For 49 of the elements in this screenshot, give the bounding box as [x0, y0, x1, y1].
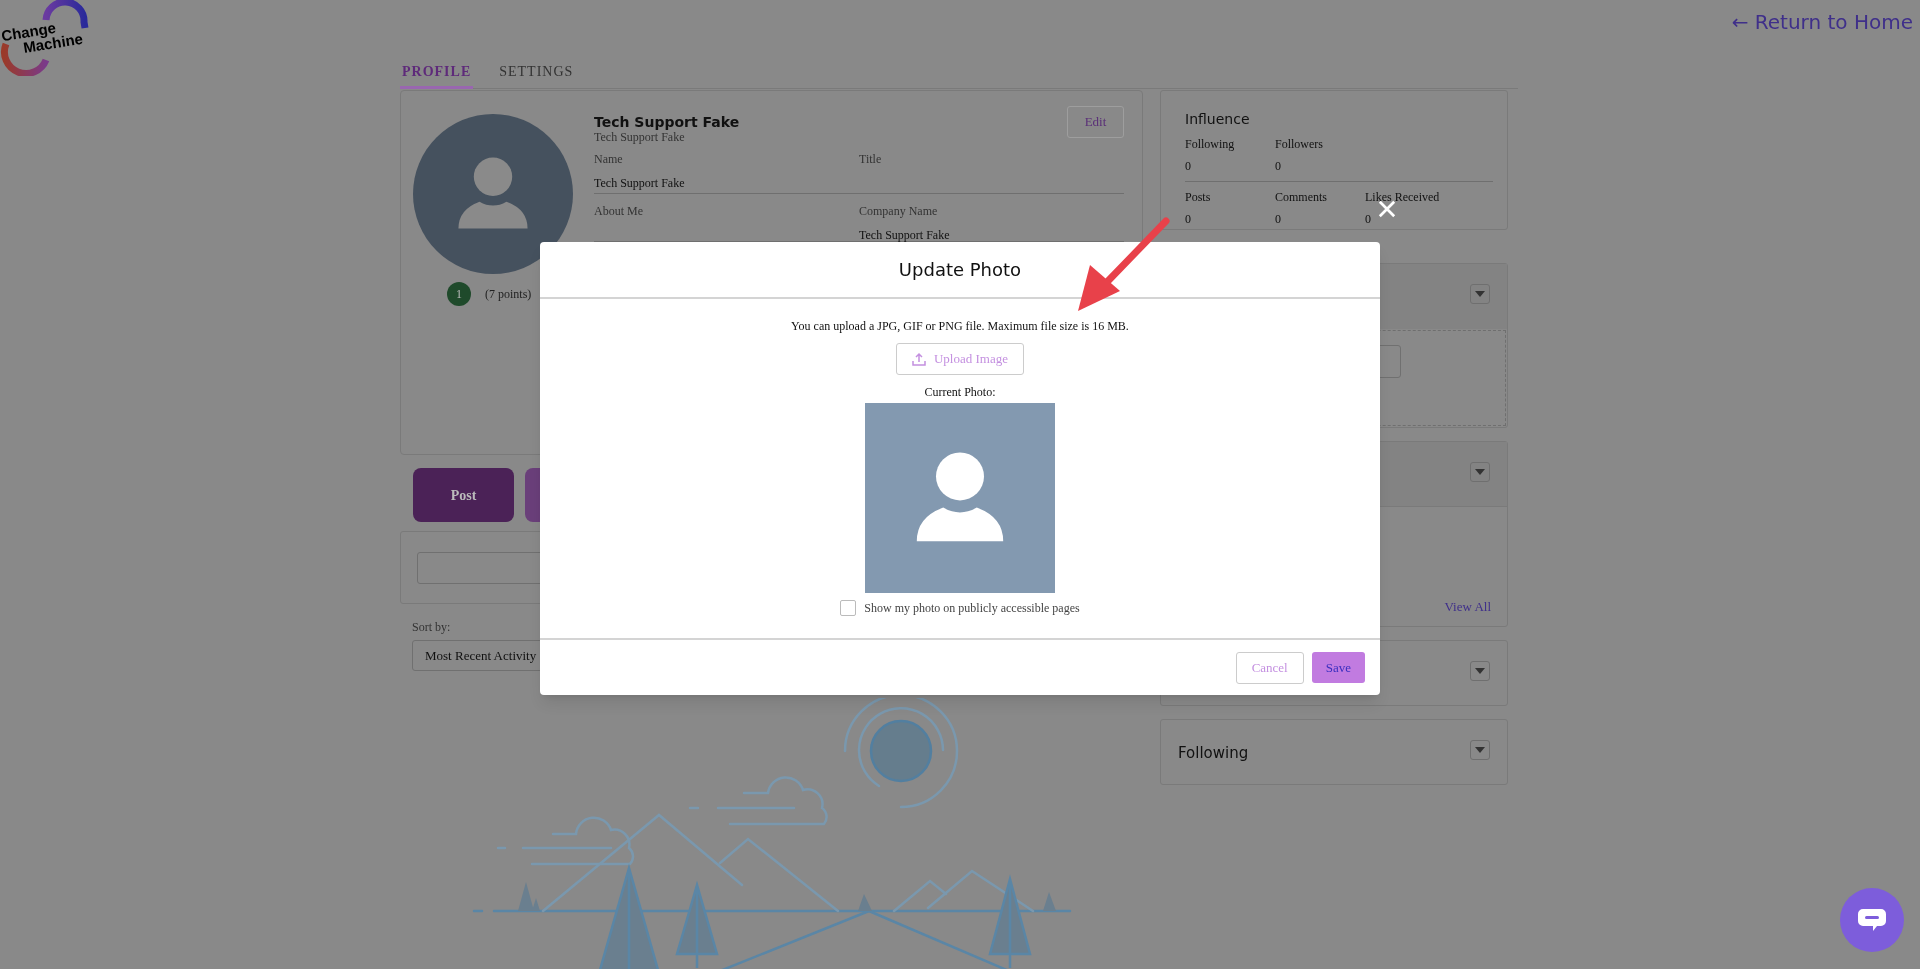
chat-bubble-icon	[1857, 907, 1887, 933]
field-value: Tech Support Fake	[859, 227, 951, 244]
card-title: Influence	[1185, 111, 1250, 127]
level-badge: 1	[447, 282, 471, 306]
dropdown-toggle[interactable]	[1470, 462, 1490, 482]
caret-icon	[1475, 668, 1485, 674]
stat-value: 0	[1275, 211, 1282, 228]
field-label: Title	[859, 151, 883, 168]
upload-icon	[912, 352, 926, 366]
post-button[interactable]: Post	[413, 468, 514, 522]
view-all-link[interactable]: View All	[1444, 596, 1491, 616]
cancel-button[interactable]: Cancel	[1235, 651, 1304, 684]
dialog-title: Update Photo	[898, 258, 1022, 282]
save-button[interactable]: Save	[1311, 652, 1365, 683]
upload-image-button[interactable]: Upload Image	[896, 343, 1024, 375]
caret-icon	[1475, 747, 1485, 753]
stat-label: Likes Received	[1365, 189, 1441, 206]
profile-subtitle: Tech Support Fake	[594, 130, 686, 144]
stat-label: Followers	[1275, 136, 1324, 153]
stat-value: 0	[1185, 211, 1192, 228]
stat-label: Comments	[1275, 189, 1328, 206]
stat-label: Posts	[1185, 189, 1212, 206]
stat-value: 0	[1365, 211, 1372, 228]
field-label: Company Name	[859, 203, 939, 220]
tab[interactable]: SETTINGS	[497, 56, 576, 89]
current-photo-label: Current Photo:	[924, 384, 996, 401]
checkbox[interactable]	[840, 600, 857, 616]
caret-icon	[1475, 291, 1485, 297]
edit-button[interactable]: Edit	[1067, 106, 1124, 138]
profile-name: Tech Support Fake	[594, 114, 740, 130]
logo[interactable]: Change Machine	[0, 0, 96, 76]
dropdown-toggle[interactable]	[1470, 284, 1490, 304]
return-home-link[interactable]: ← Return to Home	[1731, 7, 1913, 37]
caret-icon	[1475, 469, 1485, 475]
field-value: Tech Support Fake	[594, 175, 686, 192]
stat-value: 0	[1185, 158, 1192, 175]
upload-hint: You can upload a JPG, GIF or PNG file. Maximum file size is 16 MB.	[791, 318, 1129, 335]
field-label: Name	[594, 151, 624, 168]
sort-label: Sort by:	[412, 619, 452, 636]
field-label: About Me	[594, 203, 644, 220]
tab[interactable]: PROFILE	[400, 56, 474, 89]
stat-value: 0	[1275, 158, 1282, 175]
dropdown-toggle[interactable]	[1470, 740, 1490, 760]
close-icon[interactable]	[1378, 200, 1396, 218]
points-text: (7 points)	[485, 286, 532, 303]
dropdown-toggle[interactable]	[1470, 661, 1490, 681]
checkbox-label: Show my photo on publicly accessible pages	[864, 600, 1080, 617]
stat-label: Following	[1185, 136, 1236, 153]
panel-title: Following	[1178, 743, 1249, 764]
